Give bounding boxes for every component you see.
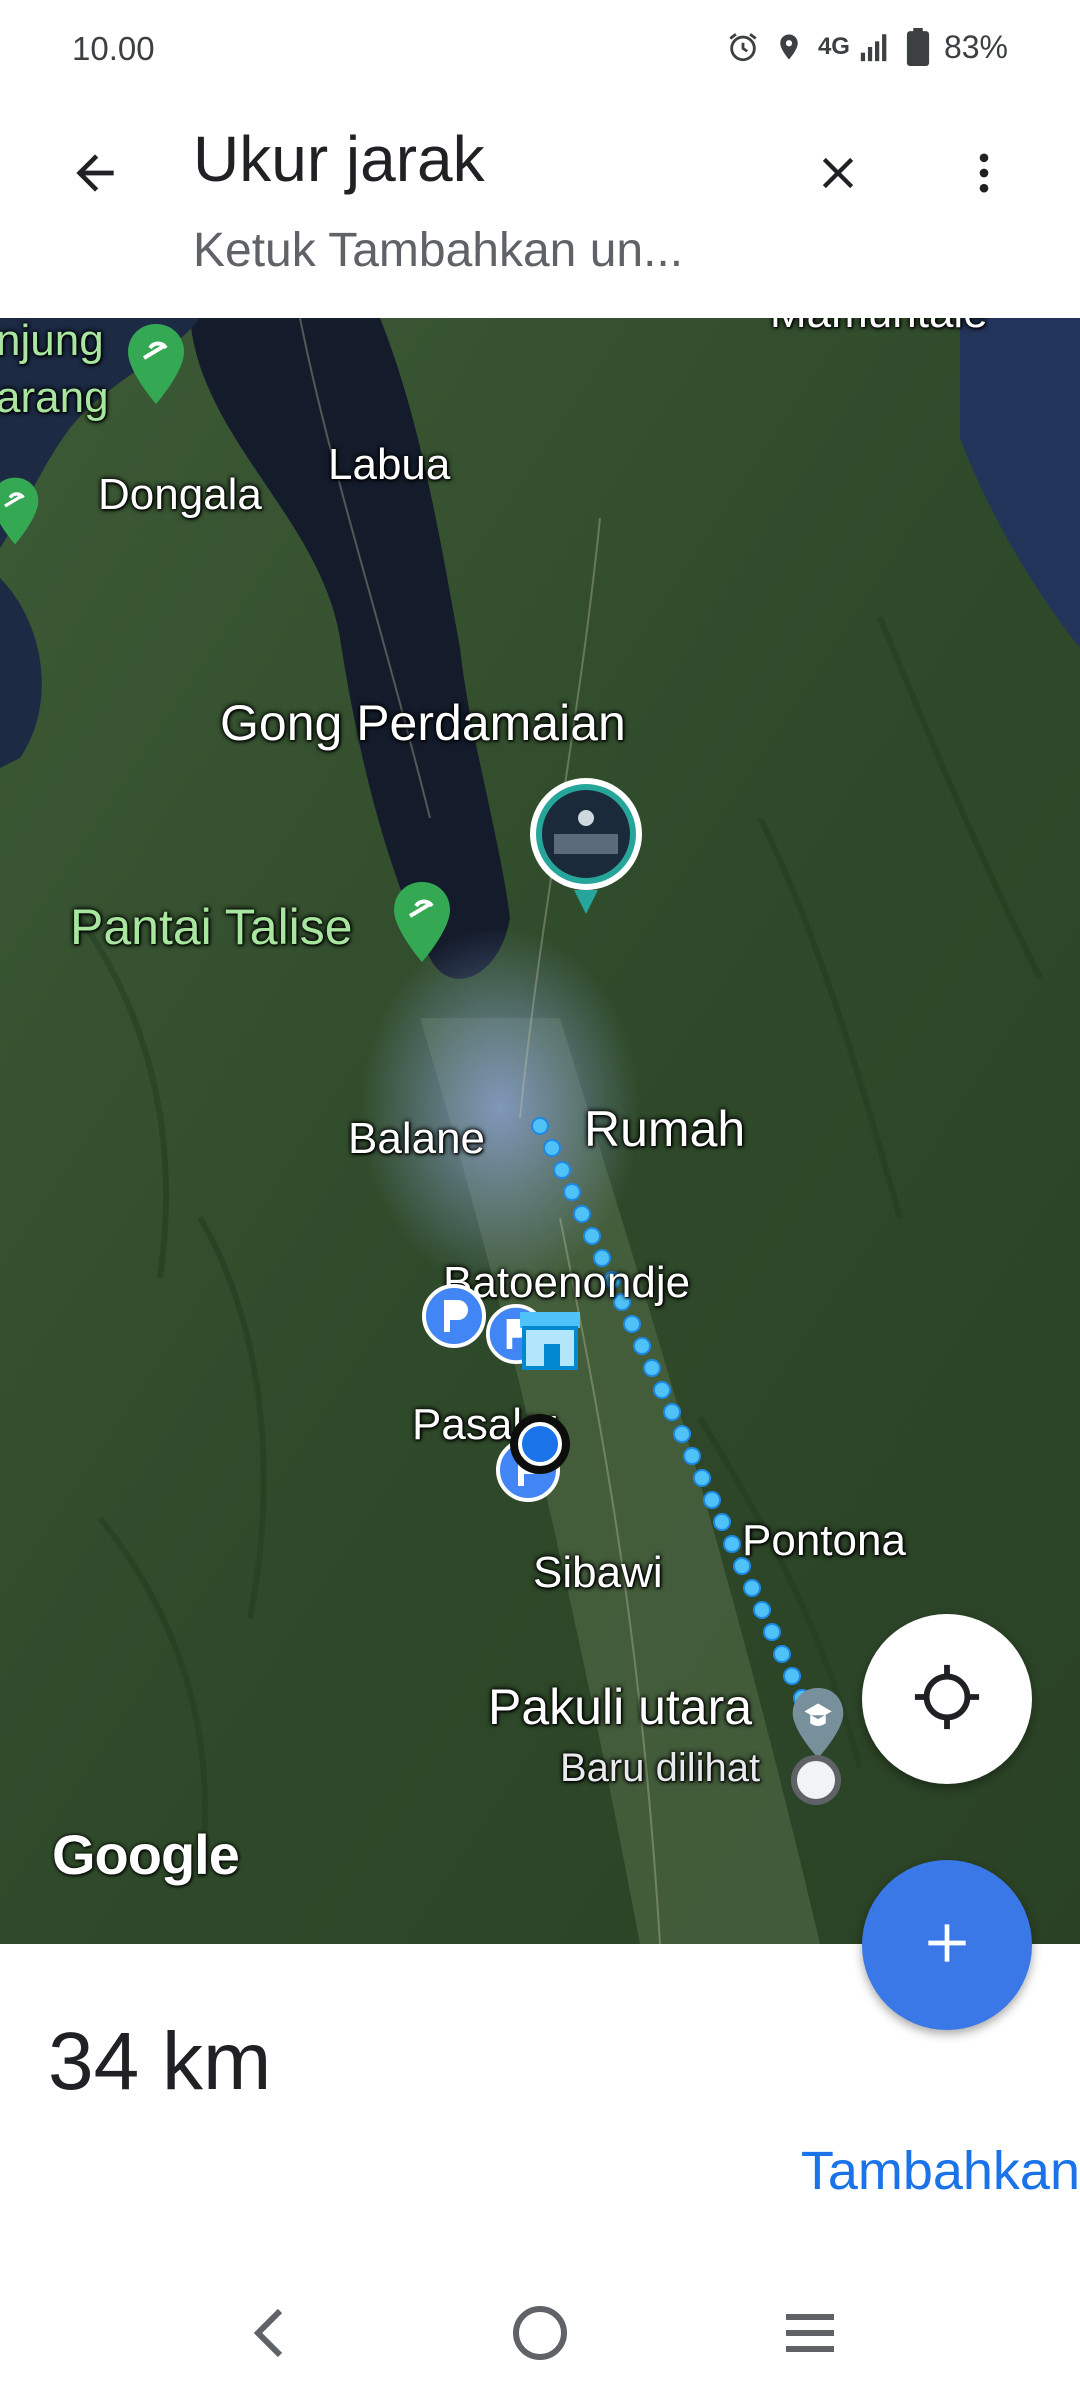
map-label-balane: Balane: [348, 1114, 486, 1163]
nav-back-icon: [246, 2305, 294, 2366]
google-logo: Google: [52, 1823, 240, 1886]
network-label: 4G: [817, 33, 850, 60]
location-icon: [774, 30, 804, 64]
add-point-button[interactable]: Tambahkan: [801, 2140, 1080, 2202]
map-label-labua: Labua: [328, 440, 451, 489]
more-options-button[interactable]: [944, 135, 1024, 215]
close-icon: [812, 147, 864, 204]
map-label-baru-dilihat: Baru dilihat: [560, 1746, 761, 1790]
distance-value: 34 km: [48, 2016, 272, 2107]
my-location-button[interactable]: [862, 1614, 1032, 1784]
nav-recents-button[interactable]: [750, 2290, 870, 2380]
arrow-back-icon: [67, 145, 123, 206]
app-bar: Ukur jarak Ketuk Tambahkan un...: [0, 100, 1080, 318]
more-vert-icon: [958, 147, 1010, 204]
page-subtitle: Ketuk Tambahkan un...: [193, 224, 684, 277]
map-label-rumah: Rumah: [584, 1101, 746, 1157]
close-button[interactable]: [798, 135, 878, 215]
map-label-dongala: Dongala: [98, 470, 262, 519]
home-location-icon[interactable]: [508, 1412, 572, 1481]
school-pin-icon[interactable]: [790, 1688, 846, 1763]
battery-icon: [906, 28, 930, 66]
page-title: Ukur jarak: [193, 123, 485, 195]
map-label-mamuntale: Mamuntale: [770, 318, 988, 338]
map-label-tanjung: njung: [0, 318, 104, 365]
system-nav-bar: [0, 2270, 1080, 2400]
beach-pin-icon-2[interactable]: [0, 476, 40, 551]
my-location-icon: [912, 1662, 982, 1737]
nav-home-icon: [512, 2305, 568, 2366]
map-label-gong-perdamaian: Gong Perdamaian: [220, 695, 626, 751]
alarm-icon: [726, 30, 760, 64]
status-icons: 4G 83%: [726, 28, 1008, 66]
nav-back-button[interactable]: [210, 2290, 330, 2380]
beach-pin-icon-3[interactable]: [392, 882, 452, 967]
measure-endpoint-icon[interactable]: [790, 1754, 842, 1811]
photo-place-icon[interactable]: [526, 774, 646, 919]
map-label-pantai-talise: Pantai Talise: [70, 899, 353, 955]
nav-home-button[interactable]: [480, 2290, 600, 2380]
map-label-sibawi: Sibawi: [533, 1548, 663, 1597]
nav-recents-icon: [780, 2308, 840, 2363]
plus-icon: [919, 1915, 975, 1976]
back-button[interactable]: [55, 135, 135, 215]
map-label-pakuli-utara: Pakuli utara: [488, 1679, 753, 1735]
beach-pin-icon[interactable]: [126, 324, 186, 409]
map-label-karang: arang: [0, 373, 109, 422]
status-time: 10.00: [72, 30, 155, 67]
add-point-fab[interactable]: [862, 1860, 1032, 2030]
map-label-pontona: Pontona: [742, 1516, 906, 1565]
store-icon[interactable]: [514, 1308, 586, 1377]
parking-pin-icon[interactable]: [422, 1284, 486, 1353]
status-bar: 10.00 4G 83%: [0, 0, 1080, 100]
battery-percent: 83%: [943, 28, 1008, 65]
signal-icon: [858, 30, 892, 64]
